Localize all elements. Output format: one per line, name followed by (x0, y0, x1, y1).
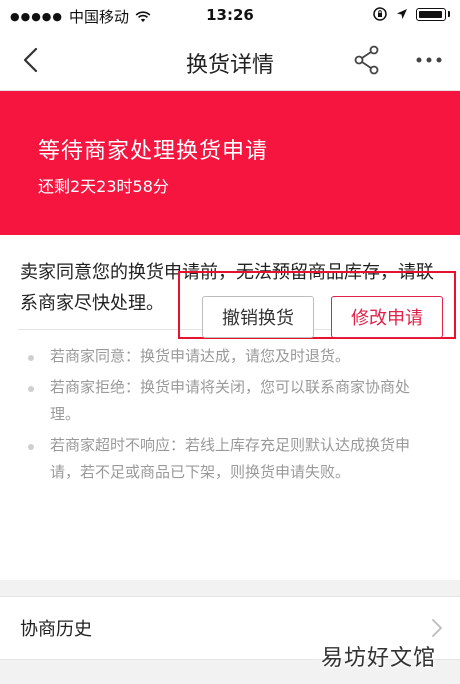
countdown-text: 还剩2天23时58分 (38, 177, 169, 196)
battery-icon (416, 7, 446, 21)
location-icon (397, 9, 407, 19)
status-bar: ●●●●● 中国移动 13:26 (0, 0, 460, 30)
tip-text: 若商家同意：换货申请达成，请您及时退货。 (50, 347, 351, 365)
modify-request-button[interactable]: 修改申请 (331, 296, 443, 338)
tip-item: 若商家超时不响应：若线上库存充足则默认达成换货申请，若不足或商品已下架，则换货申… (28, 432, 438, 486)
share-icon[interactable] (352, 44, 382, 76)
tip-item: 若商家拒绝：换货申请将关闭，您可以联系商家协商处理。 (28, 374, 438, 428)
page-title: 换货详情 (185, 53, 274, 78)
tip-text: 若商家超时不响应：若线上库存充足则默认达成换货申请，若不足或商品已下架，则换货申… (50, 436, 411, 481)
tip-item: 若商家同意：换货申请达成，请您及时退货。 (28, 343, 438, 370)
battery-tip (448, 11, 450, 17)
tip-text: 若商家拒绝：换货申请将关闭，您可以联系商家协商处理。 (50, 378, 411, 423)
chevron-right-icon (432, 619, 442, 637)
bullet-icon (28, 386, 34, 392)
orientation-lock-icon (373, 7, 387, 21)
status-title: 等待商家处理换货申请 (38, 139, 269, 164)
history-label: 协商历史 (20, 619, 92, 640)
nav-bar: 换货详情 (0, 30, 460, 91)
cancel-exchange-button[interactable]: 撤销换货 (202, 296, 314, 338)
watermark: 易坊好文馆 (320, 646, 436, 671)
tips-list: 若商家同意：换货申请达成，请您及时退货。 若商家拒绝：换货申请将关闭，您可以联系… (28, 343, 438, 490)
more-icon[interactable] (414, 50, 444, 70)
status-right (372, 6, 450, 22)
bullet-icon (28, 444, 34, 450)
status-banner: 等待商家处理换货申请 还剩2天23时58分 (0, 91, 460, 235)
bullet-icon (28, 355, 34, 361)
